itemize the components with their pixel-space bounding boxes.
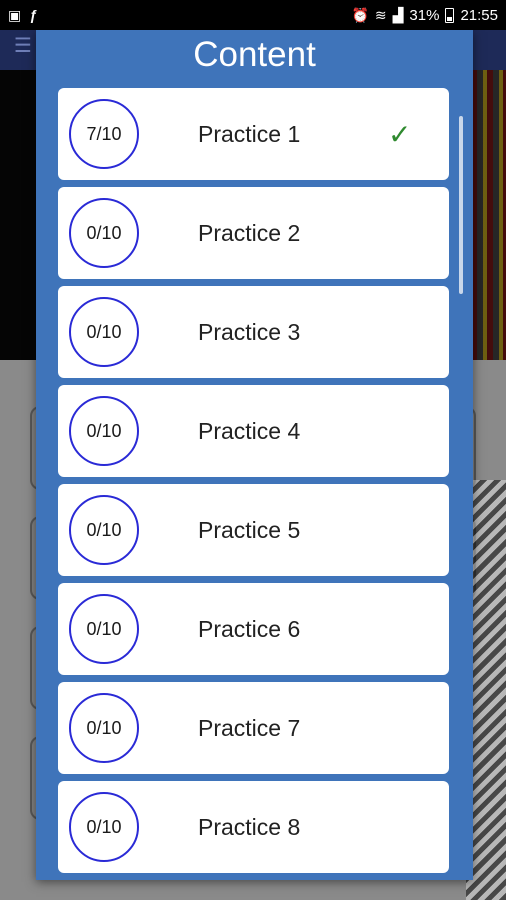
practice-list: 7/10 Practice 1 ✓ 0/10 Practice 2 0/10 P…	[58, 88, 449, 880]
checkmark-icon: ✓	[388, 118, 412, 150]
practice-item-4[interactable]: 0/10 Practice 4	[58, 385, 449, 477]
dialog-title: Content	[193, 35, 316, 74]
wifi-icon: ≋	[374, 7, 387, 23]
score-circle: 0/10	[69, 495, 139, 565]
score-circle: 0/10	[69, 297, 139, 367]
practice-item-2[interactable]: 0/10 Practice 2	[58, 187, 449, 279]
status-left: ▣ ƒ	[0, 8, 37, 22]
practice-item-7[interactable]: 0/10 Practice 7	[58, 682, 449, 774]
practice-label: Practice 7	[198, 714, 301, 741]
f-icon: ƒ	[29, 7, 38, 23]
score-circle: 0/10	[69, 594, 139, 664]
practice-label: Practice 3	[198, 318, 301, 345]
alarm-icon: ⏰	[351, 7, 369, 23]
score-circle: 0/10	[69, 396, 139, 466]
battery-percent: 31%	[409, 6, 440, 24]
practice-label: Practice 4	[198, 417, 301, 444]
practice-item-8[interactable]: 0/10 Practice 8	[58, 781, 449, 873]
status-bar: ▣ ƒ ⏰ ≋ ▟ 31% 21:55	[0, 0, 506, 30]
practice-item-5[interactable]: 0/10 Practice 5	[58, 484, 449, 576]
battery-icon	[445, 7, 455, 23]
practice-item-6[interactable]: 0/10 Practice 6	[58, 583, 449, 675]
score-circle: 7/10	[69, 99, 139, 169]
score-circle: 0/10	[69, 198, 139, 268]
signal-icon: ▟	[392, 7, 404, 23]
score-circle: 0/10	[69, 792, 139, 862]
screenshot-icon: ▣	[8, 7, 22, 23]
practice-label: Practice 6	[198, 615, 301, 642]
practice-label: Practice 1	[198, 120, 301, 147]
practice-label: Practice 2	[198, 219, 301, 246]
menu-icon[interactable]: ☰	[14, 36, 32, 56]
practice-item-1[interactable]: 7/10 Practice 1 ✓	[58, 88, 449, 180]
status-right: ⏰ ≋ ▟ 31% 21:55	[351, 7, 506, 24]
hero-art	[471, 70, 506, 360]
score-circle: 0/10	[69, 693, 139, 763]
screen: ▣ ƒ ⏰ ≋ ▟ 31% 21:55 ☰ Content 7/10 Pract…	[0, 0, 506, 900]
clock: 21:55	[460, 6, 498, 24]
practice-item-3[interactable]: 0/10 Practice 3	[58, 286, 449, 378]
scrollbar[interactable]	[459, 116, 463, 294]
practice-label: Practice 5	[198, 516, 301, 543]
practice-label: Practice 8	[198, 813, 301, 840]
content-dialog: Content 7/10 Practice 1 ✓ 0/10 Practice …	[36, 30, 473, 880]
